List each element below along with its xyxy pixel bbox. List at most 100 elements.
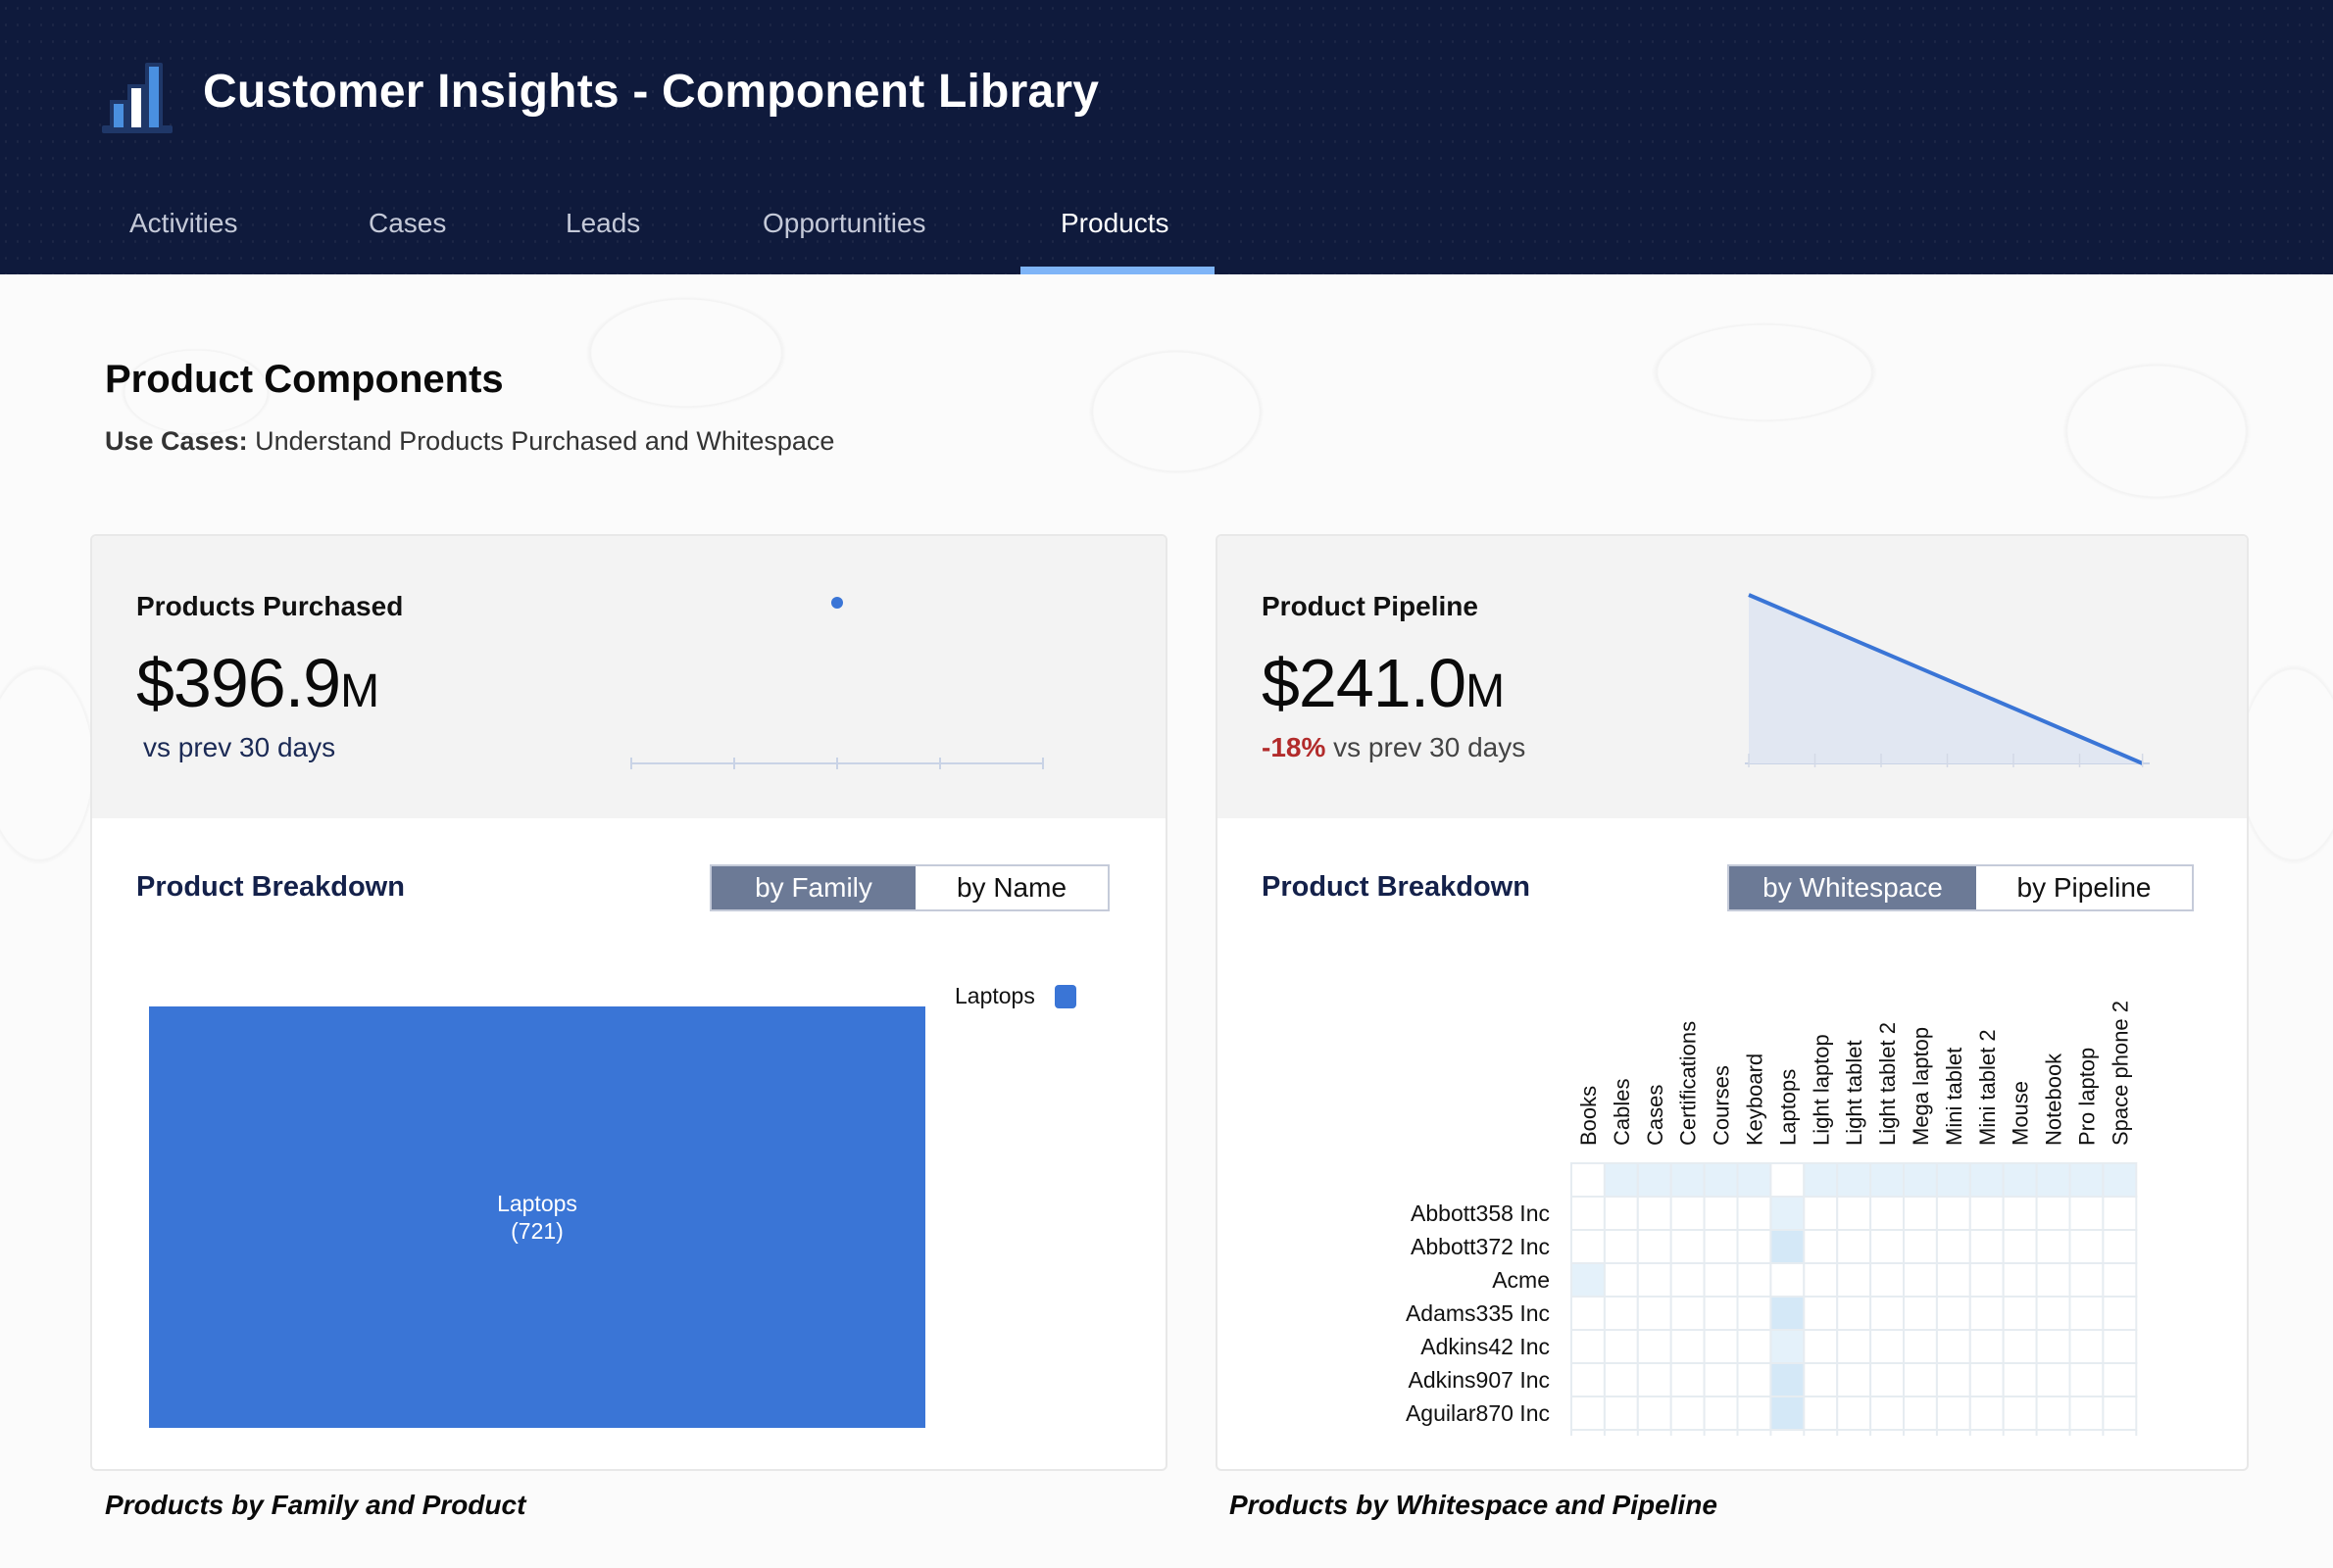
heatmap-cell [1869, 1396, 1905, 1431]
heatmap-cell [1636, 1262, 1672, 1298]
column-label: Light tablet 2 [1875, 1022, 1900, 1146]
tab-activities[interactable]: Activities [129, 208, 237, 239]
heatmap-cell [2035, 1262, 2071, 1298]
heatmap-cell [1903, 1162, 1938, 1198]
heatmap-cell [1669, 1262, 1706, 1298]
heatmap-cell [2102, 1162, 2138, 1198]
heatmap-cell [1570, 1396, 1606, 1431]
column-label: Cases [1643, 1085, 1667, 1146]
heatmap-cell [1669, 1162, 1706, 1198]
heatmap-cell [1636, 1362, 1672, 1397]
heatmap-cell [1636, 1329, 1672, 1364]
main-tabs: Activities Cases Leads Opportunities Pro… [0, 194, 2333, 274]
column-label: Mini tablet [1942, 1048, 1966, 1146]
column-label: Cables [1610, 1079, 1634, 1146]
heatmap-cell [1935, 1296, 1971, 1331]
heatmap-cell [2068, 1196, 2105, 1231]
heatmap-cell [1968, 1296, 2005, 1331]
heatmap-cell [1803, 1329, 1839, 1364]
heatmap-cell [1803, 1162, 1839, 1198]
heatmap-cell [1603, 1162, 1639, 1198]
tab-products[interactable]: Products [1061, 208, 1169, 239]
heatmap-cell [1703, 1362, 1739, 1397]
heatmap-cell [2002, 1262, 2038, 1298]
heatmap-cell [1703, 1162, 1739, 1198]
product-pipeline-card: Product Pipeline $241.0M -18% vs prev 30… [1216, 534, 2249, 1471]
tab-opportunities[interactable]: Opportunities [763, 208, 926, 239]
column-label: Mini tablet 2 [1975, 1029, 2000, 1146]
heatmap-cell [1869, 1296, 1905, 1331]
by-name-button[interactable]: by Name [916, 866, 1108, 909]
heatmap-cell [1736, 1196, 1772, 1231]
heatmap-cell [1935, 1196, 1971, 1231]
heatmap-cell [2068, 1162, 2105, 1198]
row-label: Aguilar870 Inc [1406, 1400, 1550, 1426]
by-family-button[interactable]: by Family [712, 866, 916, 909]
metric-number: $396.9 [136, 645, 341, 721]
heatmap-cell [1570, 1296, 1606, 1331]
heatmap-cell [1769, 1196, 1806, 1231]
heatmap-cell [1603, 1362, 1639, 1397]
heatmap-cell [1736, 1396, 1772, 1431]
active-tab-indicator [1020, 267, 1215, 274]
heatmap-cell [1935, 1229, 1971, 1264]
column-label: Light tablet [1842, 1040, 1866, 1146]
heatmap-cell [1836, 1396, 1872, 1431]
metric-unit: M [340, 665, 379, 717]
heatmap-cell [1903, 1396, 1938, 1431]
right-caption: Products by Whitespace and Pipeline [1229, 1490, 1717, 1520]
heatmap-cell [1968, 1329, 2005, 1364]
heatmap-cell [1769, 1229, 1806, 1264]
heatmap-cell [1570, 1196, 1606, 1231]
purchased-sparkline: W4W5W6W7W8 [630, 597, 1044, 769]
heatmap-cell [2002, 1362, 2038, 1397]
heatmap-cell [2002, 1229, 2038, 1264]
heatmap-cell [1968, 1162, 2005, 1198]
heatmap-cell [1736, 1262, 1772, 1298]
heatmap-cell [1869, 1329, 1905, 1364]
heatmap-cell [1903, 1362, 1938, 1397]
tab-leads[interactable]: Leads [566, 208, 640, 239]
heatmap-cell [2102, 1196, 2138, 1231]
heatmap-cell [1636, 1196, 1672, 1231]
heatmap-cell [1769, 1362, 1806, 1397]
treemap-node-laptops[interactable]: Laptops (721) [149, 1006, 925, 1428]
breakdown-title: Product Breakdown [136, 871, 405, 903]
left-caption: Products by Family and Product [105, 1490, 526, 1520]
tab-cases[interactable]: Cases [369, 208, 446, 239]
heatmap-cell [1603, 1229, 1639, 1264]
heatmap-cell [2002, 1196, 2038, 1231]
heatmap-cell [1570, 1362, 1606, 1397]
heatmap-cell [1836, 1329, 1872, 1364]
heatmap-cell [1803, 1362, 1839, 1397]
heatmap-cell [2068, 1396, 2105, 1431]
use-cases-description: Understand Products Purchased and Whites… [247, 426, 835, 456]
heatmap-cell [1769, 1396, 1806, 1431]
heatmap-cell [1903, 1262, 1938, 1298]
heatmap-cell [1803, 1262, 1839, 1298]
heatmap-cell [1903, 1196, 1938, 1231]
heatmap-cell [1669, 1196, 1706, 1231]
heatmap-cell [1703, 1296, 1739, 1331]
legend-swatch [1054, 984, 1076, 1008]
heatmap-cell [1669, 1296, 1706, 1331]
metric-section: Products Purchased $396.9M vs prev 30 da… [92, 536, 1166, 818]
heatmap-cell [1603, 1396, 1639, 1431]
heatmap-cell [2102, 1262, 2138, 1298]
heatmap-cell [1636, 1296, 1672, 1331]
heatmap-cell [1869, 1162, 1905, 1198]
heatmap-cell [2102, 1229, 2138, 1264]
heatmap-cell [2035, 1362, 2071, 1397]
row-label: Adkins42 Inc [1420, 1334, 1550, 1359]
heatmap-cell [1935, 1262, 1971, 1298]
heatmap-cell [1968, 1362, 2005, 1397]
heatmap-cell [1935, 1329, 1971, 1364]
heatmap-cell [1769, 1296, 1806, 1331]
compare-text: vs prev 30 days [143, 732, 336, 762]
column-label: Certifications [1676, 1021, 1701, 1146]
treemap-legend: Laptops [955, 983, 1076, 1009]
heatmap-cell [2035, 1396, 2071, 1431]
heatmap-cell [2102, 1329, 2138, 1364]
heatmap-cell [1903, 1296, 1938, 1331]
heatmap-cell [1703, 1196, 1739, 1231]
